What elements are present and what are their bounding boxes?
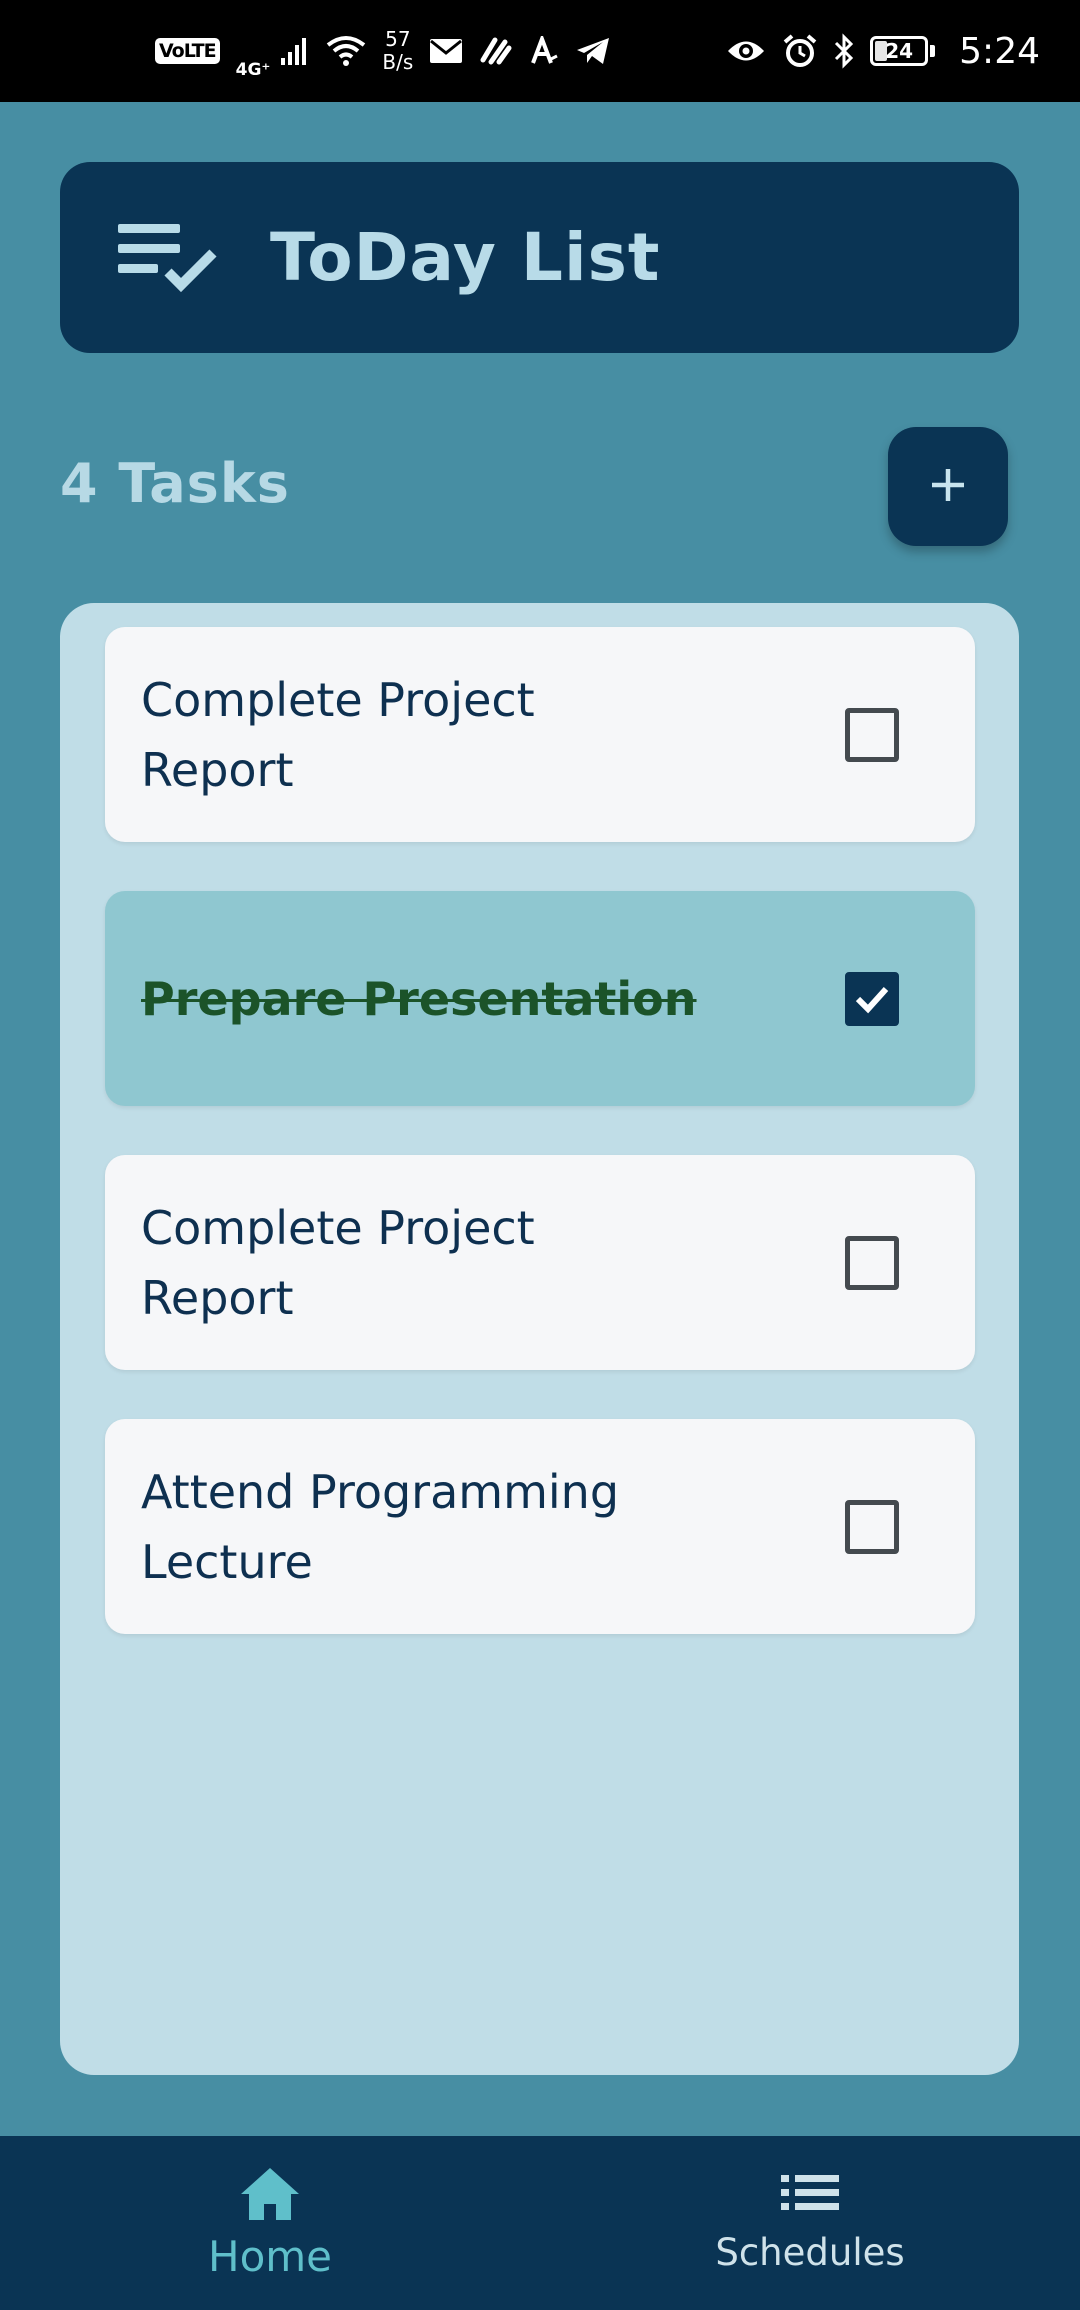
app-notification-icon (479, 36, 513, 66)
task-checkbox[interactable] (845, 971, 899, 1026)
battery-tip (930, 45, 936, 57)
task-item[interactable]: Complete Project Report (105, 627, 975, 842)
nav-home[interactable]: Home (170, 2136, 370, 2310)
task-checkbox[interactable] (845, 1235, 899, 1290)
status-left: VoLTE 4G⁺ 57 B/s (155, 22, 611, 80)
task-item[interactable]: Complete Project Report (105, 1155, 975, 1370)
task-checkbox[interactable] (845, 1499, 899, 1554)
app-header: ToDay List (60, 162, 1019, 353)
speed-value: 57 (385, 27, 411, 51)
battery-indicator: 24 (870, 36, 936, 66)
nav-schedules[interactable]: Schedules (690, 2136, 930, 2310)
task-item[interactable]: Attend Programming Lecture (105, 1419, 975, 1634)
playlist-check-icon (118, 220, 218, 296)
mail-icon (429, 38, 463, 64)
eye-icon (726, 38, 766, 64)
speed-unit: B/s (382, 50, 414, 74)
nav-home-label: Home (207, 2231, 333, 2281)
bottom-nav: Home Schedules (0, 2136, 1080, 2310)
telegram-icon (575, 36, 611, 66)
signal-icon (280, 36, 310, 66)
task-list: Complete Project Report Prepare Presenta… (60, 603, 1019, 2075)
task-count: 4 Tasks (60, 452, 290, 515)
home-icon (239, 2166, 301, 2226)
check-icon (855, 986, 889, 1013)
task-title: Complete Project Report (141, 1200, 535, 1325)
plus-icon (928, 465, 968, 508)
status-bar: VoLTE 4G⁺ 57 B/s 24 5:24 (0, 0, 1080, 102)
task-title: Attend Programming Lecture (141, 1464, 620, 1589)
network-speed: 57 B/s (382, 28, 413, 74)
network-type: 4G⁺ (235, 60, 271, 80)
font-app-icon (529, 36, 559, 66)
task-title: Prepare Presentation (141, 971, 697, 1026)
app-title: ToDay List (270, 219, 661, 296)
alarm-icon (782, 33, 818, 69)
task-title: Complete Project Report (141, 672, 535, 797)
wifi-icon (326, 35, 366, 67)
battery-level: 24 (870, 36, 929, 66)
clock: 5:24 (959, 30, 1040, 72)
list-icon (781, 2173, 839, 2217)
bluetooth-icon (834, 33, 854, 69)
volte-badge: VoLTE (155, 38, 220, 64)
add-task-button[interactable] (888, 427, 1008, 546)
nav-schedules-label: Schedules (715, 2230, 905, 2274)
task-checkbox[interactable] (845, 707, 899, 762)
task-item[interactable]: Prepare Presentation (105, 891, 975, 1106)
status-right: 24 5:24 (726, 31, 1040, 72)
